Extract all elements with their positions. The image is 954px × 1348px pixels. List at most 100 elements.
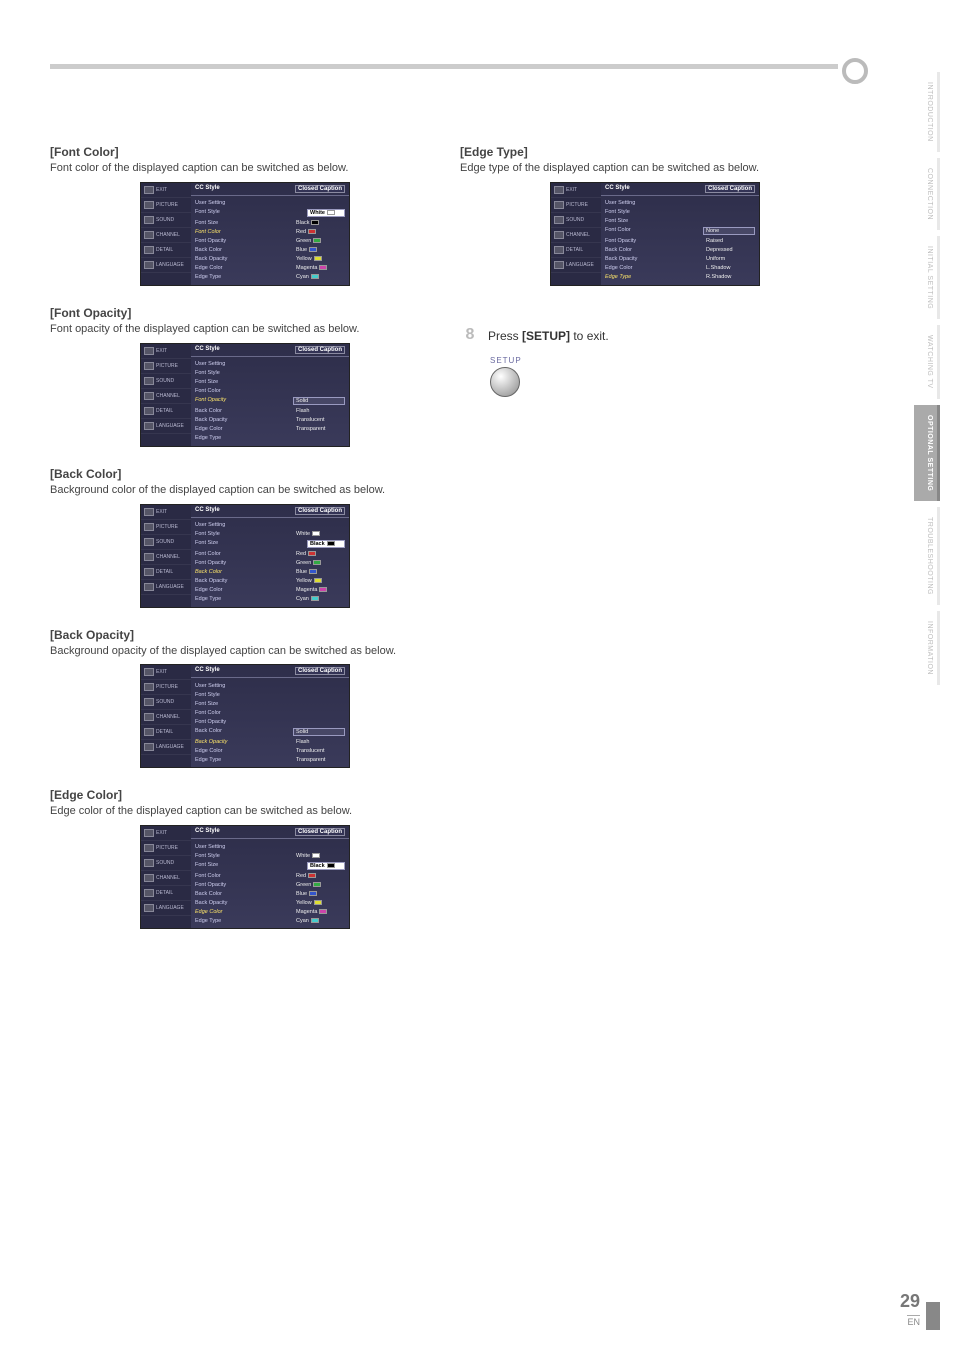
osd-row[interactable]: Edge TypeTransparent: [195, 755, 345, 764]
osd-row[interactable]: Edge TypeCyan: [195, 916, 345, 925]
side-tab-initial-setting[interactable]: INITIAL SETTING: [914, 236, 940, 319]
side-tab-connection[interactable]: CONNECTION: [914, 158, 940, 230]
osd-row[interactable]: Font ColorRed: [195, 871, 345, 880]
osd-row[interactable]: Back ColorBlue: [195, 568, 345, 577]
osd-row[interactable]: Edge TypeCyan: [195, 273, 345, 282]
osd-nav-picture[interactable]: PICTURE: [141, 359, 191, 374]
osd-row[interactable]: Font OpacitySolid: [195, 396, 345, 407]
osd-row[interactable]: Font Color: [195, 387, 345, 396]
osd-row[interactable]: Font OpacityGreen: [195, 559, 345, 568]
menu-icon: [144, 246, 154, 254]
osd-row[interactable]: Back OpacityTranslucent: [195, 416, 345, 425]
osd-row[interactable]: Back ColorBlue: [195, 246, 345, 255]
osd-row[interactable]: Font Size: [195, 699, 345, 708]
osd-row[interactable]: Font StyleWhite: [195, 530, 345, 539]
osd-nav-channel[interactable]: CHANNEL: [141, 710, 191, 725]
osd-row[interactable]: User Setting: [195, 521, 345, 530]
osd-row[interactable]: Font Color: [195, 708, 345, 717]
osd-nav-picture[interactable]: PICTURE: [551, 198, 601, 213]
osd-row[interactable]: Font Size: [605, 217, 755, 226]
side-tab-introduction[interactable]: INTRODUCTION: [914, 72, 940, 152]
osd-row[interactable]: Font Style: [195, 369, 345, 378]
osd-nav-exit[interactable]: EXIT: [551, 183, 601, 198]
osd-row[interactable]: Font OpacityRaised: [605, 237, 755, 246]
osd-nav-detail[interactable]: DETAIL: [551, 243, 601, 258]
osd-row[interactable]: Back OpacityYellow: [195, 898, 345, 907]
osd-row[interactable]: Edge ColorL.Shadow: [605, 264, 755, 273]
osd-nav-channel[interactable]: CHANNEL: [141, 228, 191, 243]
osd-nav-detail[interactable]: DETAIL: [141, 243, 191, 258]
osd-nav-exit[interactable]: EXIT: [141, 505, 191, 520]
osd-row[interactable]: User Setting: [195, 842, 345, 851]
osd-row[interactable]: User Setting: [195, 199, 345, 208]
osd-row[interactable]: Edge Type: [195, 434, 345, 443]
osd-row[interactable]: Font ColorNone: [605, 226, 755, 237]
osd-nav-sound[interactable]: SOUND: [551, 213, 601, 228]
osd-row[interactable]: Font Style: [195, 690, 345, 699]
osd-nav-language[interactable]: LANGUAGE: [141, 258, 191, 273]
side-tab-information[interactable]: INFORMATION: [914, 611, 940, 685]
osd-nav-sound[interactable]: SOUND: [141, 374, 191, 389]
osd-nav-picture[interactable]: PICTURE: [141, 841, 191, 856]
osd-nav-language[interactable]: LANGUAGE: [551, 258, 601, 273]
osd-nav-channel[interactable]: CHANNEL: [551, 228, 601, 243]
osd-nav-language[interactable]: LANGUAGE: [141, 901, 191, 916]
osd-nav-picture[interactable]: PICTURE: [141, 680, 191, 695]
osd-nav-sound[interactable]: SOUND: [141, 695, 191, 710]
osd-row[interactable]: Back OpacityYellow: [195, 255, 345, 264]
side-tab-watching-tv[interactable]: WATCHING TV: [914, 325, 940, 399]
osd-row[interactable]: Back ColorDepressed: [605, 246, 755, 255]
osd-row[interactable]: Font StyleWhite: [195, 208, 345, 219]
osd-row[interactable]: Font SizeBlack: [195, 539, 345, 550]
osd-row[interactable]: Font OpacityGreen: [195, 237, 345, 246]
osd-nav-channel[interactable]: CHANNEL: [141, 550, 191, 565]
osd-row[interactable]: Back ColorBlue: [195, 889, 345, 898]
osd-nav-detail[interactable]: DETAIL: [141, 725, 191, 740]
osd-nav-label: PICTURE: [156, 524, 178, 530]
osd-row[interactable]: Font SizeBlack: [195, 219, 345, 228]
osd-nav-channel[interactable]: CHANNEL: [141, 871, 191, 886]
osd-row[interactable]: Back ColorFlash: [195, 407, 345, 416]
osd-nav-exit[interactable]: EXIT: [141, 344, 191, 359]
osd-nav-exit[interactable]: EXIT: [141, 826, 191, 841]
osd-nav-sound[interactable]: SOUND: [141, 535, 191, 550]
osd-nav-detail[interactable]: DETAIL: [141, 886, 191, 901]
osd-row[interactable]: Edge TypeCyan: [195, 595, 345, 604]
osd-row[interactable]: User Setting: [605, 199, 755, 208]
osd-row[interactable]: Font ColorRed: [195, 550, 345, 559]
osd-row[interactable]: Edge ColorMagenta: [195, 264, 345, 273]
osd-nav-language[interactable]: LANGUAGE: [141, 580, 191, 595]
osd-nav-sound[interactable]: SOUND: [141, 213, 191, 228]
osd-row[interactable]: Back OpacityYellow: [195, 577, 345, 586]
osd-row[interactable]: Edge ColorMagenta: [195, 907, 345, 916]
osd-nav-channel[interactable]: CHANNEL: [141, 389, 191, 404]
osd-row[interactable]: Font OpacityGreen: [195, 880, 345, 889]
osd-row[interactable]: Back OpacityFlash: [195, 737, 345, 746]
osd-row[interactable]: Edge ColorTranslucent: [195, 746, 345, 755]
osd-nav-exit[interactable]: EXIT: [141, 665, 191, 680]
osd-row[interactable]: User Setting: [195, 681, 345, 690]
osd-nav-sound[interactable]: SOUND: [141, 856, 191, 871]
osd-row[interactable]: Font ColorRed: [195, 228, 345, 237]
osd-nav-picture[interactable]: PICTURE: [141, 198, 191, 213]
osd-nav-detail[interactable]: DETAIL: [141, 565, 191, 580]
osd-row[interactable]: Font StyleWhite: [195, 851, 345, 860]
setup-button[interactable]: [490, 367, 520, 397]
osd-nav-picture[interactable]: PICTURE: [141, 520, 191, 535]
osd-row[interactable]: Font SizeBlack: [195, 860, 345, 871]
side-tab-troubleshooting[interactable]: TROUBLESHOOTING: [914, 507, 940, 605]
osd-row[interactable]: Font Opacity: [195, 717, 345, 726]
osd-nav-language[interactable]: LANGUAGE: [141, 740, 191, 755]
osd-row[interactable]: Back OpacityUniform: [605, 255, 755, 264]
osd-nav-detail[interactable]: DETAIL: [141, 404, 191, 419]
osd-nav-exit[interactable]: EXIT: [141, 183, 191, 198]
osd-row[interactable]: User Setting: [195, 360, 345, 369]
osd-row[interactable]: Edge TypeR.Shadow: [605, 273, 755, 282]
osd-row[interactable]: Back ColorSolid: [195, 726, 345, 737]
osd-row[interactable]: Edge ColorTransparent: [195, 425, 345, 434]
osd-row[interactable]: Font Style: [605, 208, 755, 217]
osd-row[interactable]: Font Size: [195, 378, 345, 387]
side-tab-optional-setting[interactable]: OPTIONAL SETTING: [914, 405, 940, 501]
osd-row[interactable]: Edge ColorMagenta: [195, 586, 345, 595]
osd-nav-language[interactable]: LANGUAGE: [141, 419, 191, 434]
